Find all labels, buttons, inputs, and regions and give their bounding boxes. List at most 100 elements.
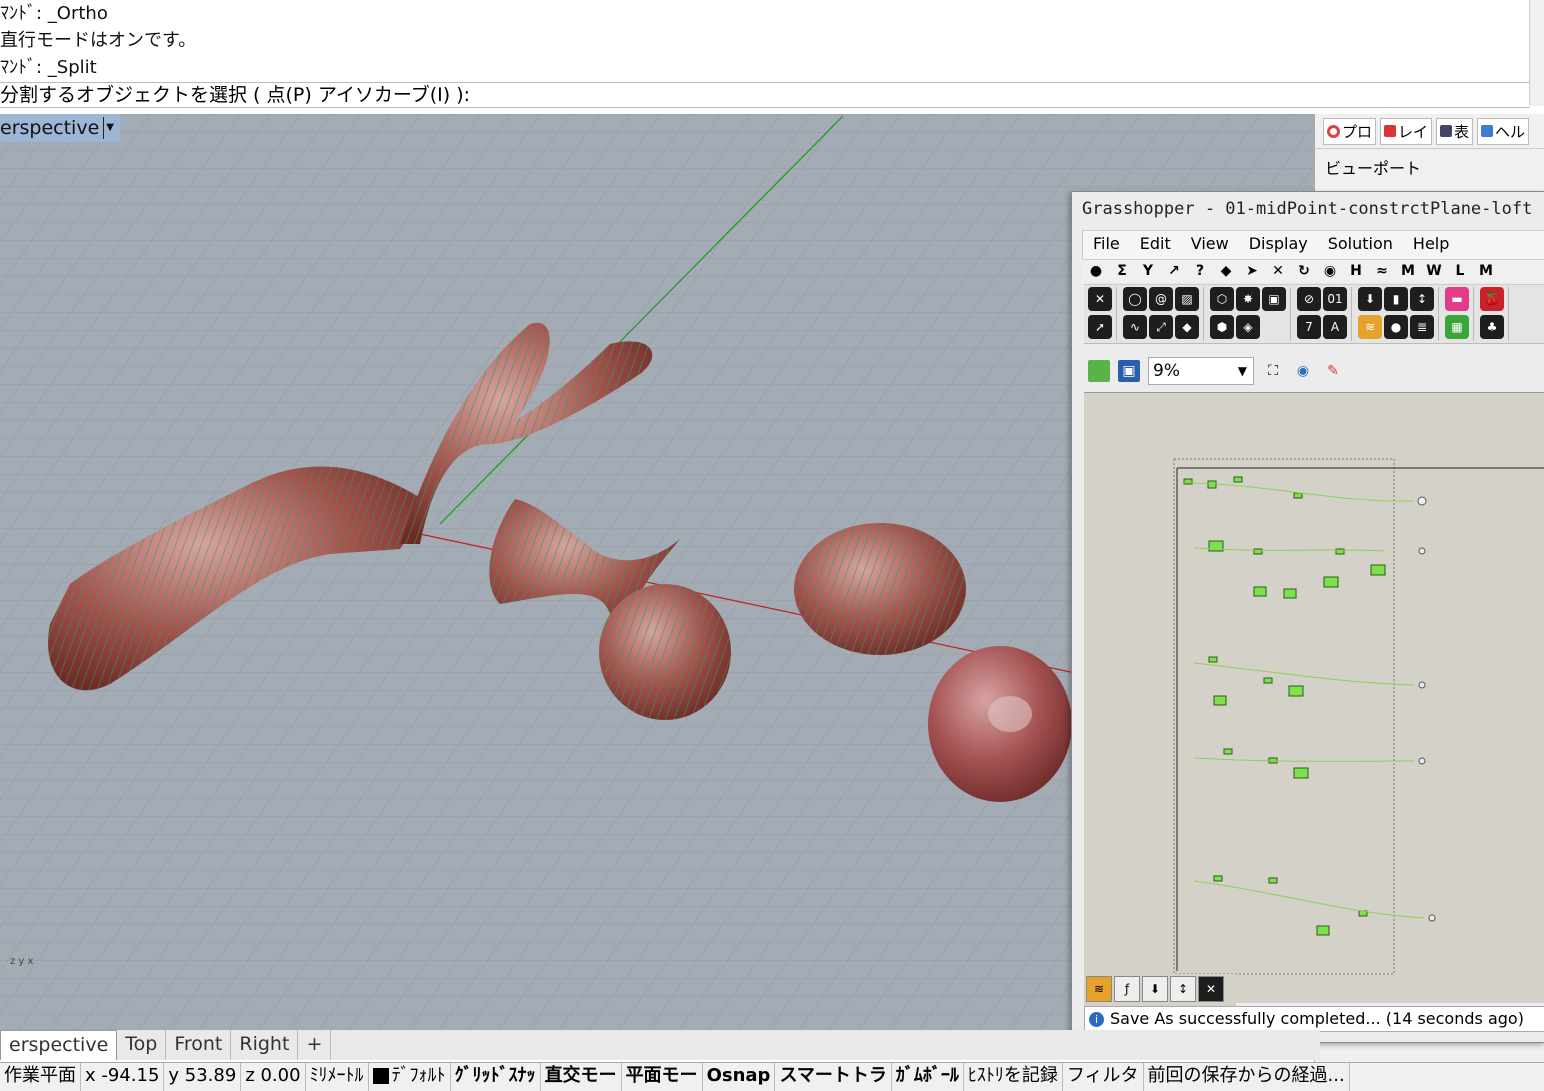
tab-curve[interactable]: ? [1190,260,1210,282]
compass-icon[interactable]: ⊘ [1297,287,1321,311]
list-icon[interactable]: ≣ [1410,315,1434,339]
save-icon[interactable]: ▣ [1118,360,1140,382]
grasshopper-canvas[interactable] [1084,392,1544,1003]
osnap-toggle[interactable]: Osnap [703,1063,776,1091]
viewport-title[interactable]: erspective ▼ [0,114,121,142]
tab-surface[interactable]: ◆ [1216,260,1236,282]
tab-l[interactable]: L [1450,260,1470,282]
tab-label: 表 [1454,122,1470,141]
tree-icon[interactable]: ♣ [1480,315,1504,339]
tab-layers[interactable]: レイ [1380,117,1433,145]
viewport-tabs: erspective Top Front Right + [0,1030,1320,1060]
planar-toggle[interactable]: 平面モー [622,1063,703,1091]
tab-vector[interactable]: ↗ [1164,260,1184,282]
download-icon[interactable]: ⬇ [1358,287,1382,311]
loft-bulb-1[interactable] [599,584,731,720]
arrow-icon[interactable]: ➚ [1088,315,1112,339]
grid-snap-toggle[interactable]: ｸﾞﾘｯﾄﾞｽﾅｯ [451,1063,541,1091]
tab-sets[interactable]: Y [1138,260,1158,282]
tab-w[interactable]: W [1424,260,1444,282]
grasshopper-window[interactable]: Grasshopper - 01-midPoint-constrctPlane-… [1071,191,1544,1043]
zoom-extents-icon[interactable]: ⛶ [1262,360,1284,382]
command-history: ﾏﾝﾄﾞ: _Ortho 直行モードはオンです。 ﾏﾝﾄﾞ: _Split [0,0,1530,82]
gumball-toggle[interactable]: ｶﾞﾑﾎﾞｰﾙ [892,1063,964,1091]
x-icon[interactable]: ✕ [1198,976,1224,1002]
filter-toggle[interactable]: フィルタ [1063,1063,1144,1091]
tab-front[interactable]: Front [166,1030,232,1060]
add-tab-button[interactable]: + [298,1030,332,1060]
tab-help[interactable]: ヘル [1477,117,1530,145]
current-layer[interactable]: ﾃﾞﾌｫﾙﾄ [369,1063,451,1091]
menu-display[interactable]: Display [1239,231,1318,259]
formula-icon[interactable]: ƒ [1114,976,1140,1002]
ortho-toggle[interactable]: 直交モー [541,1063,622,1091]
grid-icon[interactable]: ✸ [1236,287,1260,311]
menu-view[interactable]: View [1181,231,1239,259]
cherry-icon[interactable]: 🍒 [1480,287,1504,311]
tab-transform[interactable]: ↻ [1294,260,1314,282]
menu-file[interactable]: File [1083,231,1130,259]
tab-label: レイ [1398,122,1429,141]
curve-icon[interactable]: ∿ [1123,315,1147,339]
slider-icon[interactable]: ▮ [1384,287,1408,311]
tab-display[interactable]: 表 [1436,117,1474,145]
coord-z: z 0.00 [241,1063,306,1091]
zoom-select[interactable]: 9% ▼ [1148,357,1254,385]
tab-params[interactable]: ● [1086,260,1106,282]
tab-m[interactable]: M [1398,260,1418,282]
tab-wave[interactable]: ≈ [1372,260,1392,282]
sort-icon[interactable]: ↕ [1170,976,1196,1002]
menu-edit[interactable]: Edit [1130,231,1181,259]
loft-bulb-2[interactable] [794,523,966,655]
history-toggle[interactable]: ﾋｽﾄﾘを記録 [964,1063,1063,1091]
graph-icon[interactable]: ≋ [1358,315,1382,339]
toggle-icon[interactable]: ● [1384,315,1408,339]
tab-h[interactable]: H [1346,260,1366,282]
seven-icon[interactable]: 7 [1297,315,1321,339]
tab-display[interactable]: ◉ [1320,260,1340,282]
cube-icon[interactable]: ▣ [1262,287,1286,311]
text-icon[interactable]: A [1323,315,1347,339]
prompt-text: 分割するオブジェクトを選択 ( [0,84,261,106]
tab-intersect[interactable]: ✕ [1268,260,1288,282]
gradient-icon[interactable]: ▬ [1445,287,1469,311]
window-title: Grasshopper - 01-midPoint-constrctPlane-… [1082,199,1533,219]
tab-properties[interactable]: プロ [1323,117,1377,145]
open-folder-icon[interactable] [1088,360,1110,382]
patch-icon[interactable]: ▨ [1175,287,1199,311]
boolean-icon[interactable]: 01 [1323,287,1347,311]
ring-icon[interactable]: ◯ [1123,287,1147,311]
tab-m2[interactable]: M [1476,260,1496,282]
diamond-icon[interactable]: ◆ [1175,315,1199,339]
history-scrollbar[interactable] [1529,0,1544,82]
loft-bulb-3[interactable] [928,646,1072,802]
canvas-bottom-toolbar: ≋ ƒ ⬇ ↕ ✕ [1084,974,1236,1006]
smarttrack-toggle[interactable]: スマートトラ [775,1063,892,1091]
link-icon[interactable]: ⤢ [1149,315,1173,339]
solid-icon[interactable]: ◈ [1236,315,1260,339]
graph-icon[interactable]: ≋ [1086,976,1112,1002]
sort-icon[interactable]: ↕ [1410,287,1434,311]
eye-icon[interactable]: ◉ [1292,360,1314,382]
x-icon[interactable]: ✕ [1088,287,1112,311]
hex-icon[interactable]: ⬢ [1210,315,1234,339]
tab-right[interactable]: Right [231,1030,299,1060]
tab-perspective[interactable]: erspective [0,1030,118,1060]
download-icon[interactable]: ⬇ [1142,976,1168,1002]
history-line: 直行モードはオンです。 [0,30,197,51]
command-prompt[interactable]: 分割するオブジェクトを選択 ( 点(P) アイソカーブ(I) ): [0,82,1530,108]
chevron-down-icon[interactable]: ▼ [103,117,114,139]
pixel-icon[interactable]: ▦ [1445,315,1469,339]
sketch-icon[interactable]: ✎ [1322,360,1344,382]
menu-solution[interactable]: Solution [1318,231,1403,259]
prompt-scrollbar[interactable] [1529,82,1544,106]
tab-maths[interactable]: Σ [1112,260,1132,282]
option-isocurve[interactable]: アイソカーブ(I) [318,84,450,106]
tab-mesh[interactable]: ➤ [1242,260,1262,282]
menu-help[interactable]: Help [1403,231,1459,259]
spiral-icon[interactable]: @ [1149,287,1173,311]
panel-header: ビューポート [1325,159,1422,178]
box-icon[interactable]: ⬡ [1210,287,1234,311]
option-point[interactable]: 点(P) [267,84,312,106]
tab-top[interactable]: Top [117,1030,167,1060]
